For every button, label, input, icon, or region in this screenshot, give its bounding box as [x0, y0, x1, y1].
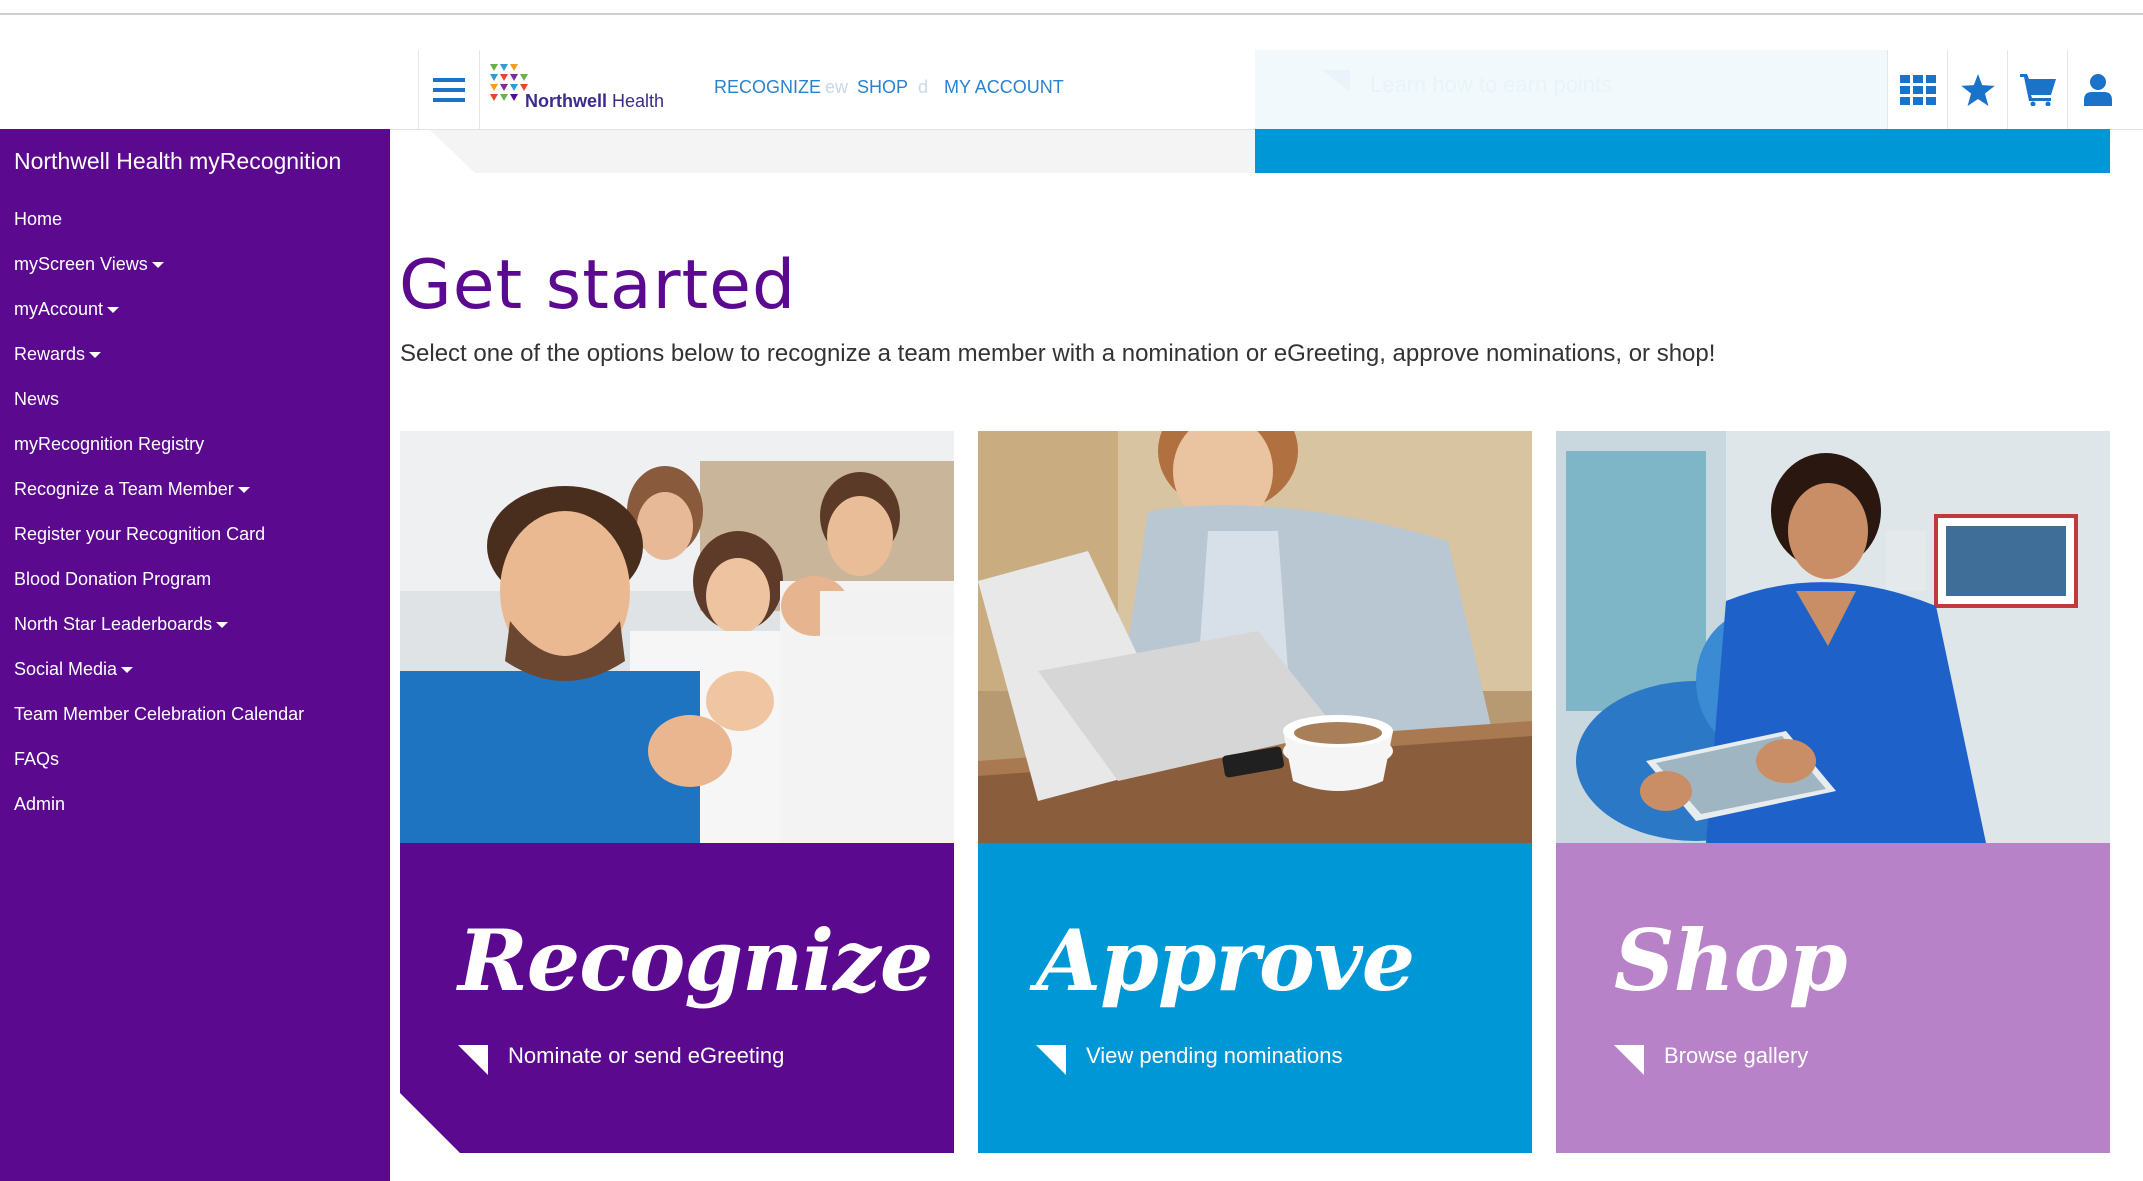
sidebar-item-social-media[interactable]: Social Media: [14, 659, 304, 704]
recognize-card[interactable]: Recognize Nominate or send eGreeting: [400, 431, 954, 1153]
caret-down-icon: [89, 352, 102, 359]
recognize-link[interactable]: Nominate or send eGreeting: [508, 1043, 784, 1069]
caret-down-icon: [151, 262, 164, 269]
arrow-triangle-icon: [1036, 1045, 1066, 1075]
shop-tile: Shop Browse gallery: [1556, 843, 2110, 1153]
sidebar-item-news[interactable]: News: [14, 389, 304, 434]
top-nav: RECOGNIZE SHOP MY ACCOUNT: [714, 77, 1100, 98]
caret-down-icon: [107, 307, 120, 314]
header-icon-bar: [1887, 50, 2127, 129]
earn-points-link[interactable]: Learn how to earn points: [1370, 72, 1612, 98]
sidebar-item-faqs[interactable]: FAQs: [14, 749, 304, 794]
nav-recognize[interactable]: RECOGNIZE: [714, 77, 821, 98]
caret-down-icon: [216, 622, 229, 629]
northwell-logo[interactable]: Northwell Health: [490, 62, 680, 118]
top-divider: [0, 13, 2143, 15]
sidebar: Northwell Health myRecognition Home mySc…: [0, 129, 390, 1181]
sidebar-item-blood-donation[interactable]: Blood Donation Program: [14, 569, 304, 614]
banner-triangle-icon: [1322, 70, 1350, 92]
recognize-tile: Recognize Nominate or send eGreeting: [400, 843, 954, 1153]
shop-card[interactable]: Shop Browse gallery: [1556, 431, 2110, 1153]
sidebar-item-label: myScreen Views: [14, 254, 148, 274]
sidebar-item-myscreen-views[interactable]: myScreen Views: [14, 254, 304, 299]
nurse-with-tablet-photo: [1556, 431, 2110, 843]
cart-icon: [2019, 73, 2056, 106]
approve-card[interactable]: Approve View pending nominations: [978, 431, 1532, 1153]
sidebar-item-rewards[interactable]: Rewards: [14, 344, 304, 389]
sidebar-item-label: North Star Leaderboards: [14, 614, 213, 634]
page-title: Get started: [399, 246, 797, 325]
cart-button[interactable]: [2007, 50, 2067, 129]
arrow-triangle-icon: [1614, 1045, 1644, 1075]
approve-link[interactable]: View pending nominations: [1086, 1043, 1342, 1069]
logo-brand-2: Health: [607, 91, 665, 111]
sidebar-item-registry[interactable]: myRecognition Registry: [14, 434, 304, 479]
sidebar-item-recognize[interactable]: Recognize a Team Member: [14, 479, 304, 524]
shop-title: Shop: [1614, 911, 1847, 1010]
caret-down-icon: [237, 487, 250, 494]
page-subtitle: Select one of the options below to recog…: [400, 340, 1716, 367]
arrow-triangle-icon: [458, 1045, 488, 1075]
sidebar-item-label: Admin: [14, 794, 66, 814]
sidebar-item-admin[interactable]: Admin: [14, 794, 304, 839]
sidebar-item-label: Blood Donation Program: [14, 569, 212, 589]
sidebar-menu: Home myScreen Views myAccount Rewards Ne…: [14, 209, 304, 839]
sidebar-item-label: Rewards: [14, 344, 86, 364]
sidebar-item-celebration-calendar[interactable]: Team Member Celebration Calendar: [14, 704, 304, 749]
recognize-title: Recognize: [458, 911, 933, 1010]
nav-shop[interactable]: SHOP: [857, 77, 908, 98]
caret-down-icon: [121, 667, 134, 674]
approve-tile: Approve View pending nominations: [978, 843, 1532, 1153]
hamburger-icon: [433, 77, 465, 102]
hamburger-menu-button[interactable]: [418, 50, 480, 129]
sidebar-item-label: myRecognition Registry: [14, 434, 205, 454]
favorites-button[interactable]: [1947, 50, 2007, 129]
medical-team-selfie-photo: [400, 431, 954, 843]
account-button[interactable]: [2067, 50, 2127, 129]
star-icon: [1960, 73, 1995, 106]
sidebar-item-label: Team Member Celebration Calendar: [14, 704, 305, 724]
sidebar-item-label: myAccount: [14, 299, 104, 319]
sidebar-item-register-card[interactable]: Register your Recognition Card: [14, 524, 304, 569]
logo-brand: Northwell: [525, 91, 608, 111]
shop-link[interactable]: Browse gallery: [1664, 1043, 1808, 1069]
banner-blue-strip: [1255, 129, 2110, 173]
sidebar-item-label: News: [14, 389, 60, 409]
sidebar-item-leaderboards[interactable]: North Star Leaderboards: [14, 614, 304, 659]
sidebar-item-myaccount[interactable]: myAccount: [14, 299, 304, 344]
apps-button[interactable]: [1887, 50, 1947, 129]
user-icon: [2083, 73, 2112, 106]
sidebar-item-label: Register your Recognition Card: [14, 524, 266, 544]
sidebar-item-home[interactable]: Home: [14, 209, 304, 254]
sidebar-title: Northwell Health myRecognition: [14, 148, 342, 174]
grid-icon: [1899, 74, 1936, 105]
laptop-coffee-photo: [978, 431, 1532, 843]
sidebar-item-label: Home: [14, 209, 63, 229]
sidebar-item-label: FAQs: [14, 749, 60, 769]
header-grey-band: [430, 130, 1255, 173]
nav-my-account[interactable]: MY ACCOUNT: [944, 77, 1064, 98]
sidebar-item-label: Social Media: [14, 659, 118, 679]
approve-title: Approve: [1036, 911, 1415, 1010]
logo-text: Northwell Health: [525, 91, 664, 112]
sidebar-item-label: Recognize a Team Member: [14, 479, 234, 499]
